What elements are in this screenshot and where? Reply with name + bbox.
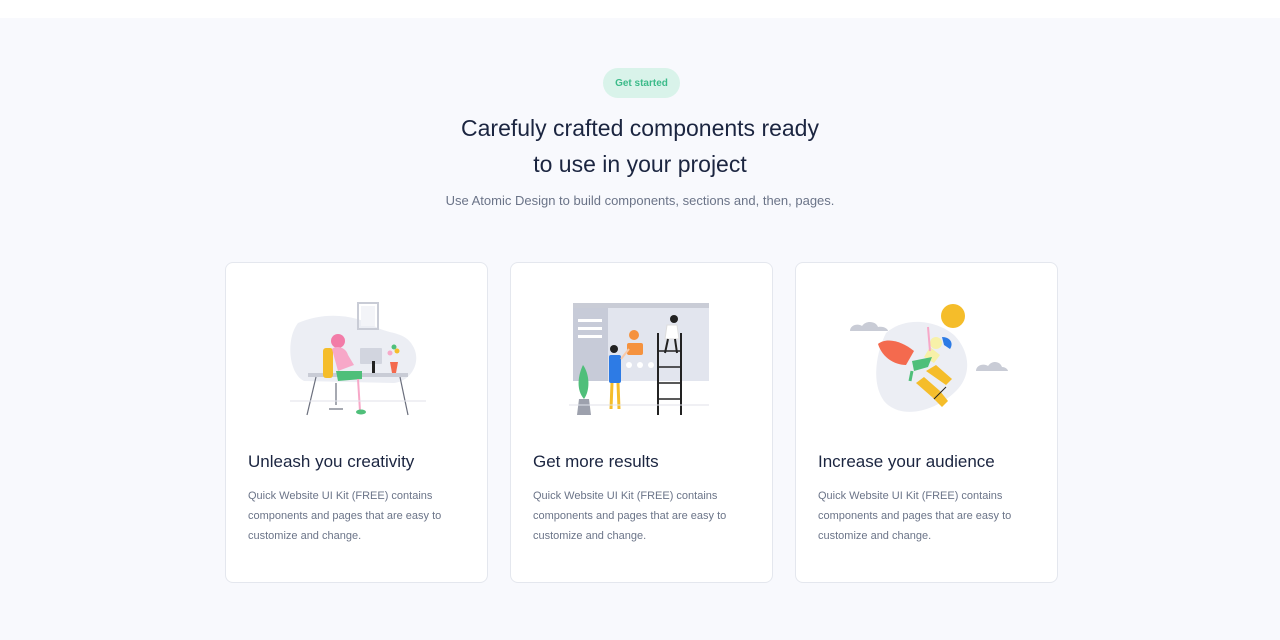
card-title: Get more results [533, 452, 659, 471]
card-title: Increase your audience [818, 452, 995, 471]
woman-at-desk-illustration [290, 302, 426, 416]
card-text: Quick Website UI Kit (FREE) contains com… [248, 490, 442, 542]
rocket-person-illustration [850, 304, 1008, 412]
card-text: Quick Website UI Kit (FREE) contains com… [533, 490, 727, 542]
features-section: Get started Carefuly crafted components … [0, 18, 1280, 640]
feature-card-audience: Increase your audience Quick Website UI … [795, 262, 1058, 583]
top-strip [0, 0, 1280, 18]
card-text: Quick Website UI Kit (FREE) contains com… [818, 490, 1012, 542]
section-title-line-2: to use in your project [533, 151, 747, 177]
team-at-board-illustration [569, 303, 709, 415]
get-started-badge[interactable]: Get started [603, 68, 680, 98]
section-title-line-1: Carefuly crafted components ready [461, 115, 819, 141]
card-title: Unleash you creativity [248, 452, 415, 471]
section-subtitle: Use Atomic Design to build components, s… [445, 193, 835, 208]
feature-card-results: Get more results Quick Website UI Kit (F… [510, 262, 773, 583]
feature-card-creativity: Unleash you creativity Quick Website UI … [225, 262, 488, 583]
section-title: Carefuly crafted components ready to use… [340, 110, 940, 182]
